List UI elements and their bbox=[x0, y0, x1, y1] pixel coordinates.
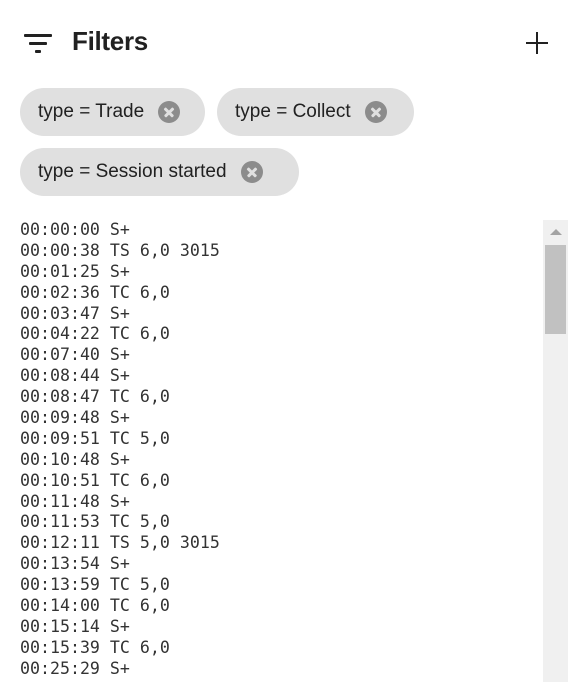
log-line: 00:04:22 TC 6,0 bbox=[20, 324, 170, 344]
log-line: 00:14:00 TC 6,0 bbox=[20, 596, 170, 616]
filter-chip-type-collect[interactable]: type = Collect bbox=[217, 88, 414, 136]
arrow-up-icon[interactable] bbox=[543, 220, 568, 244]
filters-header: Filters bbox=[0, 0, 584, 88]
event-log-area: 00:00:00 S+ 00:00:38 TS 6,0 3015 00:01:25 … bbox=[0, 220, 568, 682]
filter-chip-label: type = Session started bbox=[38, 161, 227, 182]
log-line: 00:01:25 S+ bbox=[20, 261, 130, 281]
log-line: 00:07:40 S+ bbox=[20, 345, 130, 365]
log-line: 00:25:29 S+ bbox=[20, 658, 130, 678]
filter-chip-label: type = Collect bbox=[235, 101, 351, 122]
log-line: 00:09:48 S+ bbox=[20, 408, 130, 428]
filter-chip-type-trade[interactable]: type = Trade bbox=[20, 88, 205, 136]
scroll-thumb[interactable] bbox=[545, 245, 566, 334]
filter-chip-type-session-started[interactable]: type = Session started bbox=[20, 148, 299, 196]
event-log: 00:00:00 S+ 00:00:38 TS 6,0 3015 00:01:25 … bbox=[20, 220, 540, 680]
log-line: 00:00:38 TS 6,0 3015 bbox=[20, 240, 220, 260]
log-line: 00:02:36 TC 6,0 bbox=[20, 282, 170, 302]
log-line: 00:09:51 TC 5,0 bbox=[20, 428, 170, 448]
page-title: Filters bbox=[72, 26, 148, 56]
log-line: 00:00:00 S+ bbox=[20, 220, 130, 239]
filter-chip-label: type = Trade bbox=[38, 101, 145, 122]
log-line: 00:08:47 TC 6,0 bbox=[20, 387, 170, 407]
log-line: 00:12:11 TS 5,0 3015 bbox=[20, 533, 220, 553]
cancel-icon[interactable] bbox=[364, 101, 387, 123]
log-line: 00:15:39 TC 6,0 bbox=[20, 637, 170, 657]
log-line: 00:08:44 S+ bbox=[20, 366, 130, 386]
log-line: 00:13:59 TC 5,0 bbox=[20, 575, 170, 595]
log-line: 00:13:54 S+ bbox=[20, 554, 130, 574]
log-line: 00:03:47 S+ bbox=[20, 303, 130, 323]
add-filter-button[interactable] bbox=[522, 28, 552, 58]
cancel-icon[interactable] bbox=[240, 161, 263, 183]
log-line: 00:10:48 S+ bbox=[20, 449, 130, 469]
log-line: 00:10:51 TC 6,0 bbox=[20, 470, 170, 490]
log-line: 00:15:14 S+ bbox=[20, 616, 130, 636]
cancel-icon[interactable] bbox=[158, 101, 181, 123]
vertical-scrollbar[interactable] bbox=[543, 220, 568, 682]
log-line: 00:11:53 TC 5,0 bbox=[20, 512, 170, 532]
log-line: 00:11:48 S+ bbox=[20, 491, 130, 511]
filter-list-icon bbox=[24, 32, 52, 54]
